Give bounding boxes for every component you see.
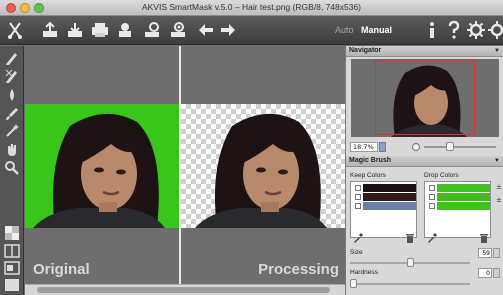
color-swatch xyxy=(437,202,490,210)
scrollbar-thumb[interactable] xyxy=(37,287,330,293)
color-swatch xyxy=(363,193,416,201)
list-item[interactable] xyxy=(425,193,490,201)
size-stepper[interactable] xyxy=(493,248,500,258)
manual-mode-tab[interactable]: Manual xyxy=(361,25,392,35)
checkbox[interactable] xyxy=(355,203,361,209)
zoom-slider-knob[interactable] xyxy=(446,142,454,151)
zoom-row: 18.7% xyxy=(346,139,503,155)
checkbox[interactable] xyxy=(429,194,435,200)
redo-arrow-icon[interactable] xyxy=(218,20,238,40)
add-color-icon[interactable]: ± xyxy=(496,183,503,191)
magic-brush-icon[interactable] xyxy=(4,88,20,104)
original-image xyxy=(25,104,179,228)
navigator-header[interactable]: Navigator ▼ xyxy=(346,46,503,57)
auto-mode-tab[interactable]: Auto xyxy=(335,25,354,35)
image-canvas[interactable]: Original Processing xyxy=(25,46,345,295)
original-label: Original xyxy=(33,261,90,278)
color-swatch xyxy=(363,202,416,210)
checkbox[interactable] xyxy=(355,185,361,191)
app-window: AKVIS SmartMask v.5.0 – Hair test.png (R… xyxy=(0,0,503,295)
trash-icon[interactable] xyxy=(479,228,489,243)
list-item[interactable] xyxy=(351,184,416,192)
hardness-slider-track[interactable] xyxy=(350,283,470,285)
eyedropper-icon[interactable] xyxy=(353,228,363,243)
list-item[interactable] xyxy=(351,202,416,210)
zoom-stepper[interactable] xyxy=(379,142,386,152)
eyedropper-icon[interactable] xyxy=(427,228,437,243)
navigator-viewport[interactable] xyxy=(375,60,475,135)
help-icon[interactable] xyxy=(444,20,464,40)
save-icon[interactable] xyxy=(65,20,85,40)
batch-icon[interactable] xyxy=(168,20,188,40)
title-bar: AKVIS SmartMask v.5.0 – Hair test.png (R… xyxy=(0,0,503,16)
checkbox[interactable] xyxy=(429,203,435,209)
hardness-slider-knob[interactable] xyxy=(350,279,357,288)
hardness-label: Hardness xyxy=(350,269,378,276)
keep-pencil-icon[interactable] xyxy=(4,50,20,66)
size-field[interactable]: 59 xyxy=(478,248,492,258)
zoom-field[interactable]: 18.7% xyxy=(350,142,378,152)
size-slider-knob[interactable] xyxy=(406,258,414,267)
view-mode-icon[interactable] xyxy=(4,260,20,276)
size-label: Size xyxy=(350,249,363,256)
keep-colors-label: Keep Colors xyxy=(350,172,386,179)
horizontal-scrollbar[interactable] xyxy=(25,284,345,295)
magic-brush-header[interactable]: Magic Brush ▼ xyxy=(346,156,503,167)
color-swatch xyxy=(437,184,490,192)
color-swatch xyxy=(363,184,416,192)
window-title: AKVIS SmartMask v.5.0 – Hair test.png (R… xyxy=(141,2,362,12)
split-view-icon[interactable] xyxy=(4,243,20,259)
scissors-logo-icon xyxy=(6,20,26,40)
processed-image xyxy=(181,104,345,228)
magic-brush-title: Magic Brush xyxy=(349,157,392,164)
collapse-arrow-icon[interactable]: ▼ xyxy=(494,158,500,164)
magic-wand-icon[interactable] xyxy=(4,123,20,139)
navigator-title: Navigator xyxy=(349,47,382,54)
navigator-preview[interactable] xyxy=(351,59,499,137)
hand-icon[interactable] xyxy=(4,142,20,158)
zoom-slider-track[interactable] xyxy=(424,146,496,148)
brush-icon[interactable] xyxy=(4,106,20,122)
info-icon[interactable] xyxy=(422,20,442,40)
list-item[interactable] xyxy=(351,193,416,201)
list-item[interactable] xyxy=(425,202,490,210)
collapse-arrow-icon[interactable]: ▼ xyxy=(494,48,500,54)
plugins-icon[interactable] xyxy=(487,20,503,40)
drop-pencil-icon[interactable] xyxy=(4,68,20,84)
preferences-icon[interactable] xyxy=(466,20,486,40)
list-item[interactable] xyxy=(425,184,490,192)
main-toolbar: Auto Manual xyxy=(0,16,503,45)
plugin-icon[interactable] xyxy=(115,20,135,40)
checkbox[interactable] xyxy=(355,194,361,200)
background-toggle-icon[interactable] xyxy=(4,225,20,241)
settings-cog-icon[interactable] xyxy=(142,20,162,40)
zoom-icon[interactable] xyxy=(4,160,20,176)
result-view-icon[interactable] xyxy=(4,277,20,293)
checkbox[interactable] xyxy=(429,185,435,191)
zoom-out-icon[interactable] xyxy=(412,143,420,151)
hardness-stepper[interactable] xyxy=(493,268,500,278)
tools-sidebar xyxy=(0,46,24,295)
trash-icon[interactable] xyxy=(405,228,415,243)
open-icon[interactable] xyxy=(40,20,60,40)
processing-label: Processing xyxy=(258,261,339,278)
drop-colors-label: Drop Colors xyxy=(424,172,459,179)
undo-arrow-icon[interactable] xyxy=(196,20,216,40)
hardness-field[interactable]: 0 xyxy=(478,268,492,278)
print-icon[interactable] xyxy=(90,20,110,40)
remove-color-icon[interactable]: ± xyxy=(496,196,503,204)
color-swatch xyxy=(437,193,490,201)
settings-panel: Navigator ▼ 18.7% Magic Brush ▼ Keep Col… xyxy=(345,46,503,295)
